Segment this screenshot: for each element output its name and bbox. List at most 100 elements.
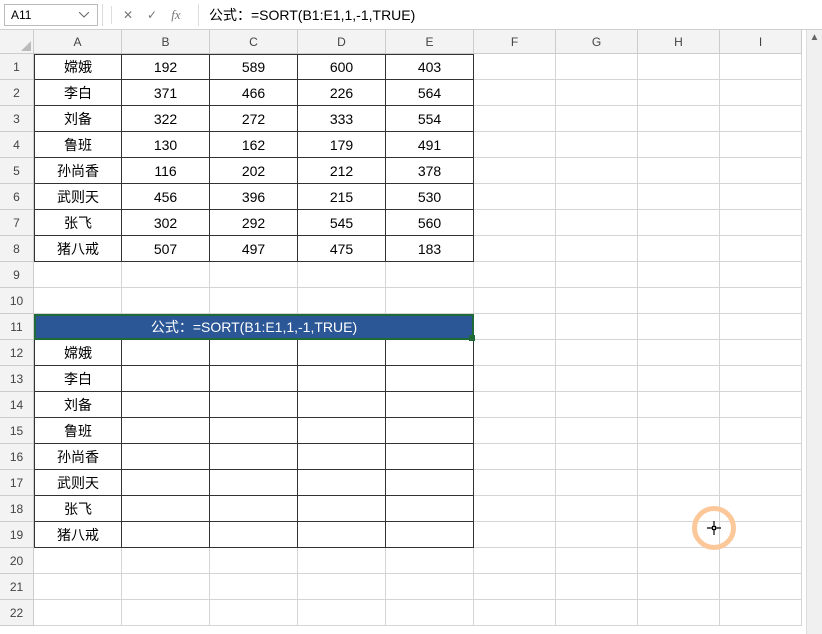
cell-I6[interactable] [720, 184, 802, 210]
column-header-I[interactable]: I [720, 30, 802, 54]
cell-C20[interactable] [210, 548, 298, 574]
cell-G4[interactable] [556, 132, 638, 158]
cell-G12[interactable] [556, 340, 638, 366]
cell-D6[interactable]: 215 [298, 184, 386, 210]
cell-B10[interactable] [122, 288, 210, 314]
cell-H17[interactable] [638, 470, 720, 496]
cell-B14[interactable] [122, 392, 210, 418]
cell-D7[interactable]: 545 [298, 210, 386, 236]
cell-E2[interactable]: 564 [386, 80, 474, 106]
cell-D13[interactable] [298, 366, 386, 392]
cell-B16[interactable] [122, 444, 210, 470]
cell-I14[interactable] [720, 392, 802, 418]
cell-I20[interactable] [720, 548, 802, 574]
row-header-16[interactable]: 16 [0, 444, 34, 470]
cell-F17[interactable] [474, 470, 556, 496]
row-header-10[interactable]: 10 [0, 288, 34, 314]
cell-H9[interactable] [638, 262, 720, 288]
cell-G5[interactable] [556, 158, 638, 184]
cell-A5[interactable]: 孙尚香 [34, 158, 122, 184]
cell-C3[interactable]: 272 [210, 106, 298, 132]
cell-E4[interactable]: 491 [386, 132, 474, 158]
cell-E20[interactable] [386, 548, 474, 574]
column-header-G[interactable]: G [556, 30, 638, 54]
cell-A2[interactable]: 李白 [34, 80, 122, 106]
cell-B12[interactable] [122, 340, 210, 366]
cell-E21[interactable] [386, 574, 474, 600]
cell-I11[interactable] [720, 314, 802, 340]
cell-D14[interactable] [298, 392, 386, 418]
spreadsheet-grid[interactable]: ABCDEFGHI 123456789101112131415161718192… [0, 30, 822, 634]
cell-A18[interactable]: 张飞 [34, 496, 122, 522]
scroll-up-icon[interactable]: ▲ [808, 30, 822, 44]
vertical-scrollbar[interactable]: ▲ [806, 30, 822, 634]
cell-F5[interactable] [474, 158, 556, 184]
cell-F10[interactable] [474, 288, 556, 314]
cell-F12[interactable] [474, 340, 556, 366]
row-header-18[interactable]: 18 [0, 496, 34, 522]
cell-D17[interactable] [298, 470, 386, 496]
cell-E10[interactable] [386, 288, 474, 314]
cell-G2[interactable] [556, 80, 638, 106]
cell-A10[interactable] [34, 288, 122, 314]
formula-banner-cell[interactable]: 公式：=SORT(B1:E1,1,-1,TRUE) [34, 314, 474, 340]
cell-G7[interactable] [556, 210, 638, 236]
column-header-D[interactable]: D [298, 30, 386, 54]
cell-A4[interactable]: 鲁班 [34, 132, 122, 158]
cell-C10[interactable] [210, 288, 298, 314]
cell-H14[interactable] [638, 392, 720, 418]
cell-C2[interactable]: 466 [210, 80, 298, 106]
cell-A21[interactable] [34, 574, 122, 600]
cell-I8[interactable] [720, 236, 802, 262]
name-box-dropdown-icon[interactable] [77, 8, 91, 22]
cell-I16[interactable] [720, 444, 802, 470]
cell-G11[interactable] [556, 314, 638, 340]
cell-C9[interactable] [210, 262, 298, 288]
row-header-1[interactable]: 1 [0, 54, 34, 80]
cell-B9[interactable] [122, 262, 210, 288]
cell-A22[interactable] [34, 600, 122, 626]
row-header-3[interactable]: 3 [0, 106, 34, 132]
cell-D16[interactable] [298, 444, 386, 470]
cell-G8[interactable] [556, 236, 638, 262]
cell-H2[interactable] [638, 80, 720, 106]
cell-D8[interactable]: 475 [298, 236, 386, 262]
cell-B8[interactable]: 507 [122, 236, 210, 262]
cell-F11[interactable] [474, 314, 556, 340]
cell-D10[interactable] [298, 288, 386, 314]
cell-I2[interactable] [720, 80, 802, 106]
row-header-19[interactable]: 19 [0, 522, 34, 548]
cell-A9[interactable] [34, 262, 122, 288]
cell-C1[interactable]: 589 [210, 54, 298, 80]
cell-F13[interactable] [474, 366, 556, 392]
column-header-E[interactable]: E [386, 30, 474, 54]
cell-H16[interactable] [638, 444, 720, 470]
column-header-F[interactable]: F [474, 30, 556, 54]
cell-H7[interactable] [638, 210, 720, 236]
cell-I1[interactable] [720, 54, 802, 80]
cell-H20[interactable] [638, 548, 720, 574]
cell-B7[interactable]: 302 [122, 210, 210, 236]
cell-F2[interactable] [474, 80, 556, 106]
cell-H3[interactable] [638, 106, 720, 132]
select-all-corner[interactable] [0, 30, 34, 54]
cell-G14[interactable] [556, 392, 638, 418]
cell-E14[interactable] [386, 392, 474, 418]
cell-C6[interactable]: 396 [210, 184, 298, 210]
cell-F19[interactable] [474, 522, 556, 548]
row-header-14[interactable]: 14 [0, 392, 34, 418]
row-header-13[interactable]: 13 [0, 366, 34, 392]
cell-F4[interactable] [474, 132, 556, 158]
cell-G9[interactable] [556, 262, 638, 288]
cell-G1[interactable] [556, 54, 638, 80]
cell-B6[interactable]: 456 [122, 184, 210, 210]
cell-E5[interactable]: 378 [386, 158, 474, 184]
row-header-7[interactable]: 7 [0, 210, 34, 236]
cell-B17[interactable] [122, 470, 210, 496]
cell-I12[interactable] [720, 340, 802, 366]
cell-E1[interactable]: 403 [386, 54, 474, 80]
cell-H4[interactable] [638, 132, 720, 158]
row-header-5[interactable]: 5 [0, 158, 34, 184]
cell-A6[interactable]: 武则天 [34, 184, 122, 210]
row-header-20[interactable]: 20 [0, 548, 34, 574]
